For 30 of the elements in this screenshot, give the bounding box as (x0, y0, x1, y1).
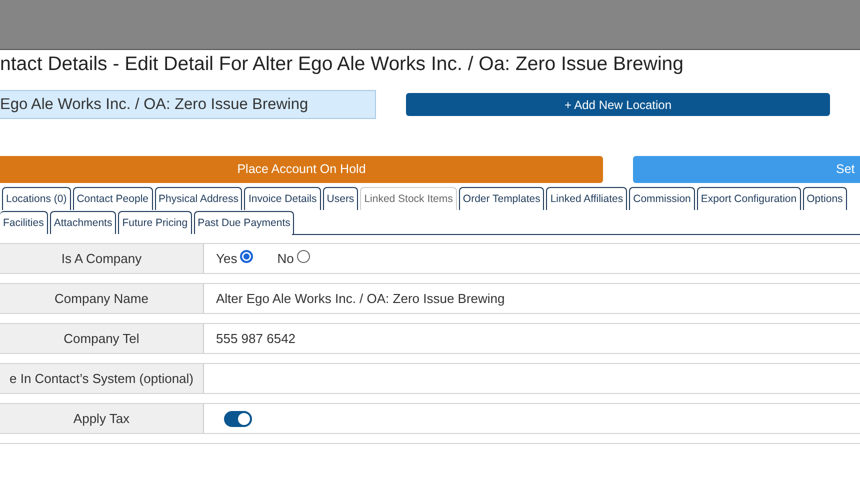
tab[interactable]: Users (322, 187, 358, 210)
account-field[interactable]: Ego Ale Works Inc. / OA: Zero Issue Brewing (0, 90, 376, 119)
tab[interactable]: Export Configuration (696, 187, 801, 210)
tab[interactable]: Physical Address (154, 187, 242, 210)
tab[interactable]: Facilities (0, 211, 48, 234)
radio-button[interactable] (240, 250, 254, 263)
field-label: Company Tel (0, 324, 204, 353)
toggle-switch[interactable] (224, 410, 252, 426)
field-label: e In Contact’s System (optional) (0, 364, 204, 393)
field-label: Company Name (0, 284, 204, 313)
radio-label: Yes (216, 250, 238, 268)
dialog-title: ntact Details - Edit Detail For Alter Ego Ale Works Inc. / Oa: Zero Issue Brewing (0, 52, 684, 77)
tab[interactable]: Invoice Details (244, 187, 321, 210)
tab[interactable]: Options (802, 187, 847, 210)
field-value: 555 987 6542 (216, 330, 296, 348)
tab[interactable]: Commission (629, 187, 695, 210)
field-label: Is A Company (0, 244, 204, 273)
tab[interactable]: Contact People (72, 187, 153, 210)
add-location-button[interactable]: + Add New Location (406, 93, 830, 116)
tab[interactable]: Past Due Payments (194, 211, 294, 234)
tab[interactable]: Order Templates (458, 187, 544, 210)
field-label: Apply Tax (0, 404, 204, 433)
radio-label: No (277, 250, 294, 268)
tab[interactable]: Linked Stock Items (360, 187, 457, 210)
field-value: Alter Ego Ale Works Inc. / OA: Zero Issue Brewing (216, 290, 505, 308)
tab[interactable]: Future Pricing (118, 211, 192, 234)
tab[interactable]: Linked Affiliates (546, 187, 628, 210)
tab[interactable]: Locations (0) (2, 187, 71, 210)
radio-button[interactable] (296, 250, 310, 263)
tab[interactable]: Attachments (50, 211, 116, 234)
